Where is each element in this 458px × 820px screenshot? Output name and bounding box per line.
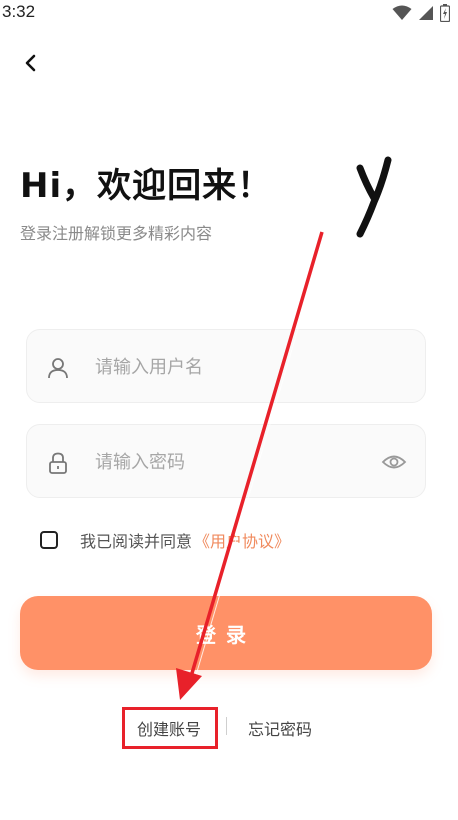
lock-icon bbox=[49, 452, 67, 474]
eye-icon[interactable] bbox=[381, 451, 407, 473]
user-agreement-link[interactable]: 《用户协议》 bbox=[194, 528, 290, 552]
user-icon bbox=[48, 358, 68, 379]
login-screen: 3:32 Hi，欢迎回来！ 登录注册解锁更多精彩内容 请输入用户名 我已阅读并同… bbox=[0, 0, 458, 820]
password-field[interactable] bbox=[26, 424, 426, 498]
agreement-checkbox[interactable] bbox=[40, 531, 58, 549]
wifi-icon bbox=[392, 5, 412, 20]
bottom-links: 创建账号 忘记密码 bbox=[0, 712, 458, 742]
scribble-decoration bbox=[356, 156, 392, 238]
username-input[interactable] bbox=[95, 352, 355, 382]
login-button[interactable]: 登录 bbox=[20, 596, 432, 670]
annotation-arrow bbox=[176, 231, 327, 700]
username-field[interactable] bbox=[26, 329, 426, 403]
password-input[interactable] bbox=[95, 447, 355, 477]
status-icons bbox=[392, 4, 450, 22]
battery-icon bbox=[440, 4, 450, 22]
agreement-row: 我已阅读并同意 《用户协议》 bbox=[40, 528, 290, 552]
page-subtitle: 登录注册解锁更多精彩内容 bbox=[20, 224, 213, 243]
status-bar: 3:32 bbox=[0, 0, 458, 26]
agreement-text: 我已阅读并同意 bbox=[80, 532, 193, 551]
signal-icon bbox=[419, 6, 433, 20]
status-time: 3:32 bbox=[2, 2, 36, 21]
divider bbox=[226, 717, 227, 735]
forgot-password-link[interactable]: 忘记密码 bbox=[248, 716, 312, 740]
page-title: Hi，欢迎回来！ bbox=[20, 166, 273, 206]
annotation-highlight-box bbox=[122, 707, 218, 749]
chevron-left-icon bbox=[25, 54, 36, 72]
back-button[interactable] bbox=[16, 48, 46, 78]
